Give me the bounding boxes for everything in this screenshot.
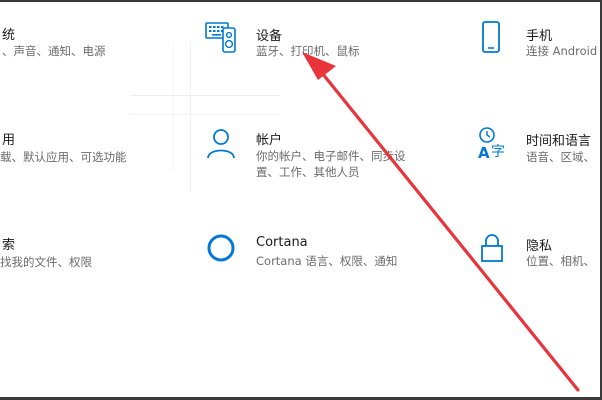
time-language-icon: A 字 bbox=[476, 126, 512, 162]
tile-title: 隐私 bbox=[526, 239, 553, 254]
background-divider bbox=[173, 42, 174, 172]
tile-title: 设备 bbox=[256, 29, 283, 44]
tile-description: 置、工作、其他人员 bbox=[256, 165, 360, 179]
svg-text:字: 字 bbox=[491, 144, 505, 160]
background-divider bbox=[130, 114, 280, 115]
settings-tile-phone[interactable]: 手机 连接 Android bbox=[478, 20, 600, 90]
tile-description: 载、默认应用、可选功能 bbox=[0, 150, 127, 164]
devices-icon bbox=[204, 20, 240, 56]
tile-description: 你的帐户、电子邮件、同步设 bbox=[256, 149, 406, 163]
tile-title: 统 bbox=[2, 28, 16, 43]
tile-description: 位置、相机、 bbox=[526, 254, 595, 268]
background-divider bbox=[190, 42, 191, 192]
tile-title: 手机 bbox=[526, 29, 553, 44]
privacy-lock-icon bbox=[478, 231, 514, 267]
settings-window: 统 、声音、通知、电源 用 载、默认应用、可选功能 索 找我的文件、权限 设备 bbox=[0, 0, 602, 400]
settings-tile-privacy[interactable]: 隐私 位置、相机、 bbox=[478, 231, 600, 301]
tile-description: 蓝牙、打印机、鼠标 bbox=[256, 44, 360, 58]
phone-icon bbox=[478, 20, 514, 56]
tile-description: Cortana 语言、权限、通知 bbox=[256, 254, 398, 268]
tile-title: 帐户 bbox=[256, 133, 283, 148]
tile-description: 连接 Android bbox=[526, 44, 598, 58]
settings-tile-devices[interactable]: 设备 蓝牙、打印机、鼠标 bbox=[204, 20, 464, 90]
settings-tile-accounts[interactable]: 帐户 你的帐户、电子邮件、同步设 置、工作、其他人员 bbox=[204, 126, 464, 196]
settings-tile-cortana[interactable]: Cortana Cortana 语言、权限、通知 bbox=[204, 231, 464, 301]
cortana-icon bbox=[204, 231, 240, 267]
svg-text:A: A bbox=[478, 144, 490, 162]
tile-title: 索 bbox=[2, 238, 16, 253]
tile-description: 找我的文件、权限 bbox=[0, 255, 92, 269]
tile-title: Cortana bbox=[256, 235, 308, 250]
tile-description: 语音、区域、 bbox=[526, 150, 595, 164]
account-icon bbox=[204, 126, 240, 162]
tile-description: 、声音、通知、电源 bbox=[2, 44, 106, 58]
tile-title: 用 bbox=[2, 133, 16, 148]
tile-title: 时间和语言 bbox=[526, 134, 592, 149]
settings-tile-time-language[interactable]: A 字 时间和语言 语音、区域、 bbox=[476, 126, 600, 196]
background-divider bbox=[130, 95, 280, 96]
